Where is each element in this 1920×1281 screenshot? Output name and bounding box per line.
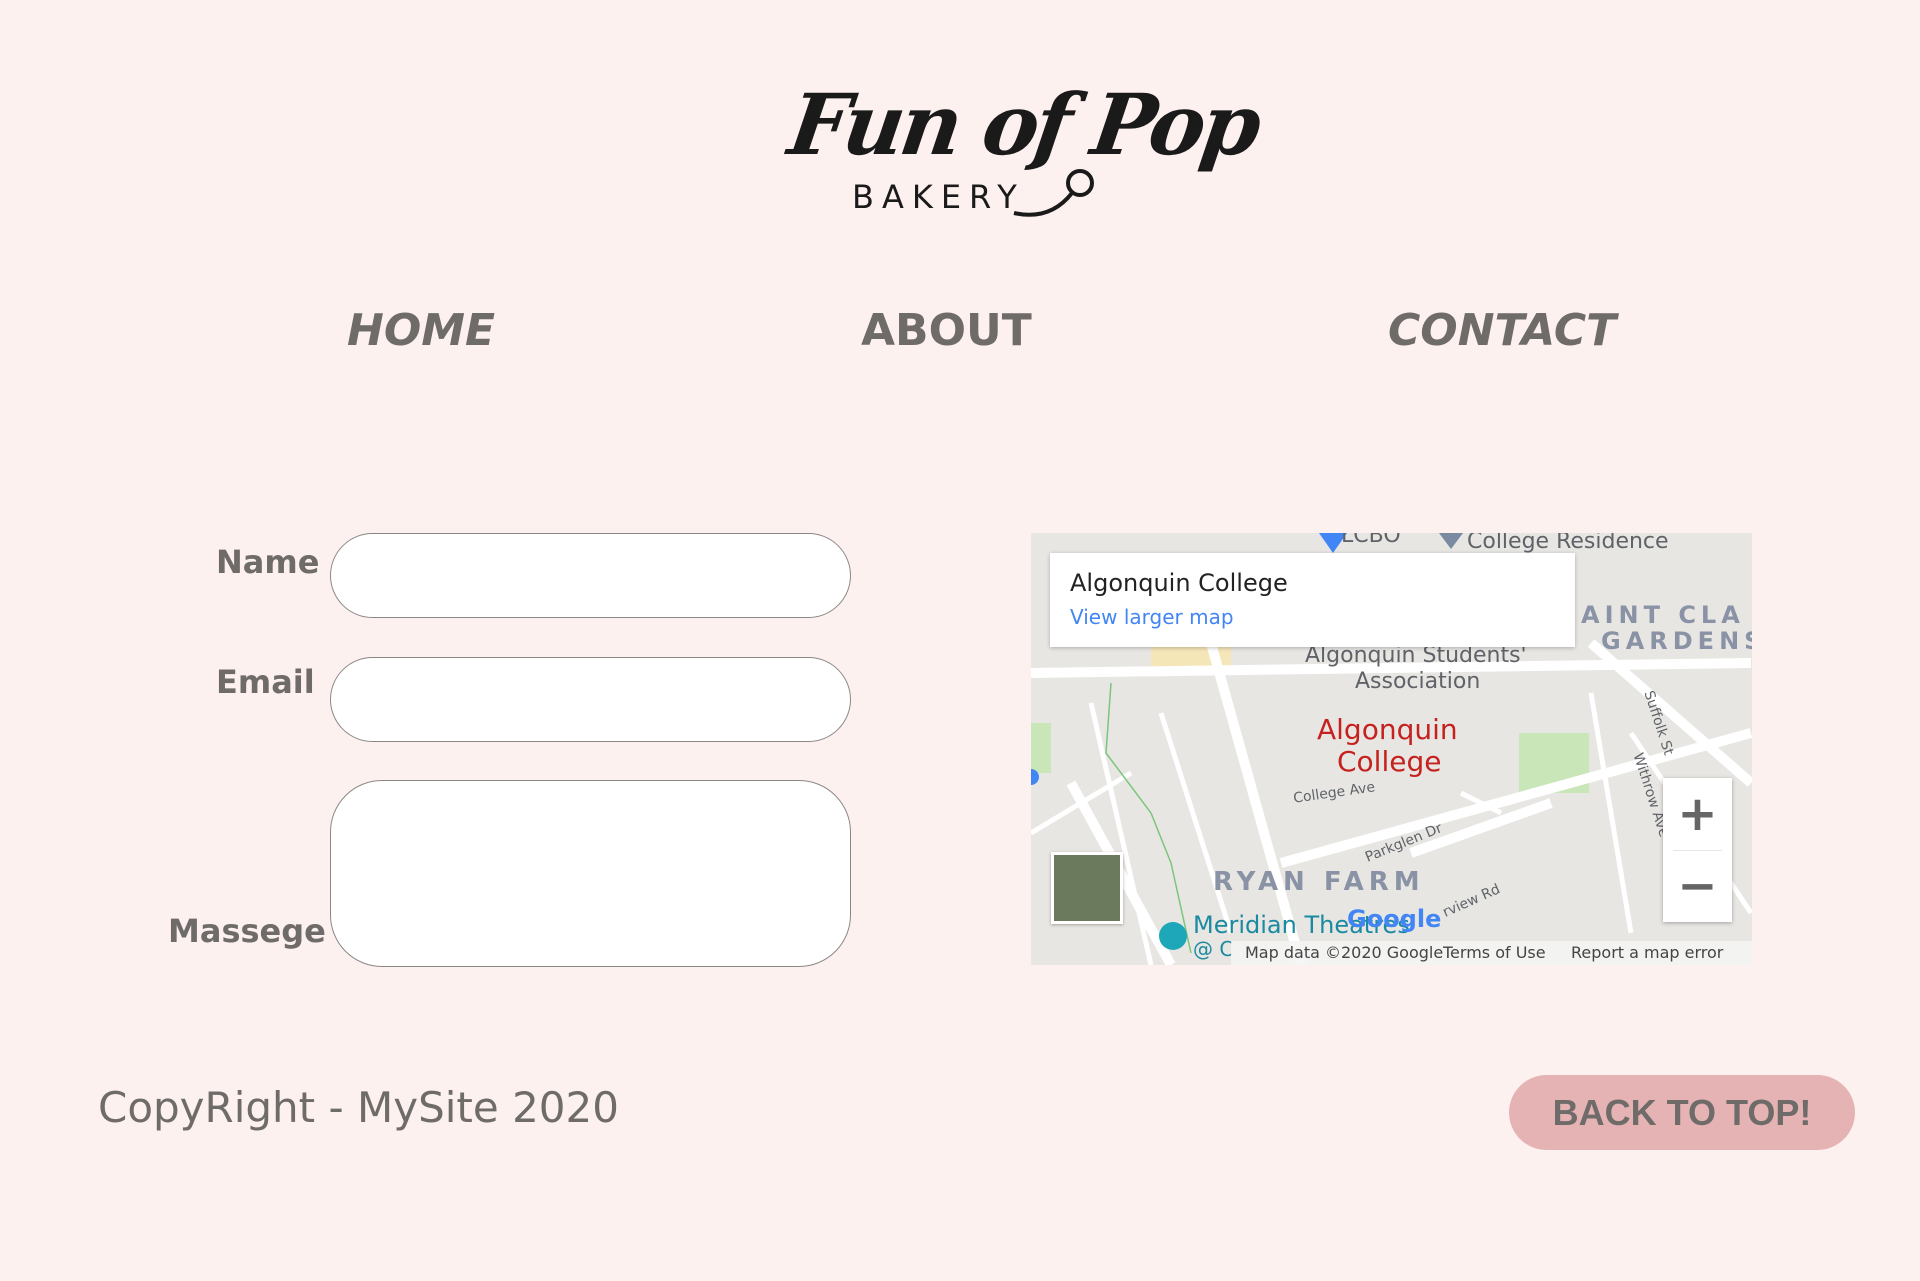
- map-label-association: Association: [1355, 669, 1481, 694]
- map-label-ryan-farm: RYAN FARM: [1213, 867, 1425, 897]
- map-label-college-residence: College Residence: [1467, 533, 1669, 554]
- report-map-error-link[interactable]: Report a map error: [1571, 943, 1723, 962]
- view-larger-map-link[interactable]: View larger map: [1070, 605, 1234, 629]
- copyright-text: CopyRight - MySite 2020: [98, 1083, 619, 1132]
- map-label-lcbo: LCBO: [1341, 533, 1401, 548]
- satellite-view-toggle[interactable]: [1051, 852, 1123, 924]
- email-input[interactable]: [330, 657, 851, 742]
- email-label: Email: [216, 663, 315, 701]
- nav-about-link[interactable]: ABOUT: [861, 305, 1032, 356]
- map-data-credit: Map data ©2020 Google: [1245, 943, 1444, 962]
- message-label: Massege: [168, 912, 326, 950]
- lollipop-swirl-icon: [1013, 169, 1094, 217]
- google-logo: Google: [1347, 905, 1442, 933]
- map-label-saint-claire: AINT CLA: [1581, 601, 1745, 629]
- name-label: Name: [216, 543, 320, 581]
- map-label-gardens: GARDENS: [1601, 627, 1752, 655]
- nav-contact-link[interactable]: CONTACT: [1388, 305, 1616, 356]
- map-zoom-controls: + −: [1663, 778, 1732, 922]
- zoom-out-button[interactable]: −: [1663, 850, 1732, 922]
- map-pin-label-algonquin: Algonquin: [1317, 713, 1458, 746]
- logo-script-text: Fun of Pop: [783, 75, 1264, 174]
- message-textarea[interactable]: [330, 780, 851, 967]
- map-place-title: Algonquin College: [1070, 569, 1288, 597]
- name-input[interactable]: [330, 533, 851, 618]
- logo-subtitle: BAKERY: [852, 178, 1025, 216]
- map-info-card: Algonquin College View larger map: [1050, 553, 1575, 647]
- map-attribution-bar: Map data ©2020 Google Terms of Use Repor…: [1231, 941, 1752, 965]
- site-logo[interactable]: Fun of Pop BAKERY: [780, 75, 1264, 245]
- nav-home-link[interactable]: HOME: [347, 305, 495, 356]
- map-pin-label-college: College: [1337, 745, 1442, 778]
- terms-of-use-link[interactable]: Terms of Use: [1443, 943, 1546, 962]
- back-to-top-button[interactable]: BACK TO TOP!: [1509, 1075, 1855, 1150]
- map-label-meridian-sub: @ C: [1193, 937, 1234, 961]
- zoom-in-button[interactable]: +: [1663, 778, 1732, 850]
- page: Fun of Pop BAKERY HOME ABOUT CONTACT Nam…: [0, 0, 1920, 1281]
- embedded-map[interactable]: LCBO College Residence AINT CLA GARDENS …: [1031, 533, 1752, 965]
- main-nav: HOME ABOUT CONTACT: [0, 305, 1920, 365]
